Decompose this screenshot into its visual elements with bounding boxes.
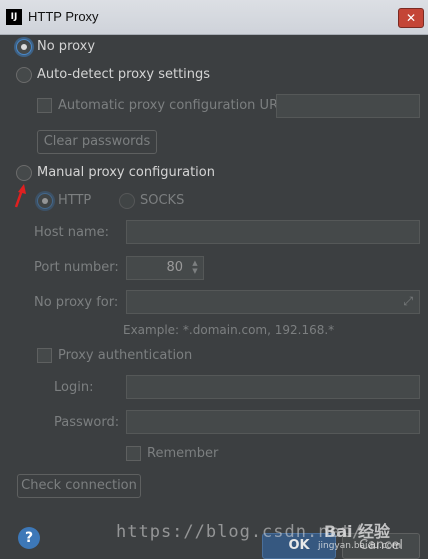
manual-proxy-radio[interactable] — [16, 165, 32, 181]
no-proxy-for-input[interactable]: ⤢ — [126, 290, 420, 314]
help-icon[interactable]: ? — [18, 527, 40, 549]
pac-url-label: Automatic proxy configuration URL: — [58, 98, 290, 113]
login-input[interactable] — [126, 375, 420, 399]
port-number-label: Port number: — [34, 260, 119, 275]
no-proxy-example-text: Example: *.domain.com, 192.168.* — [123, 323, 335, 337]
spinner-arrows-icon[interactable]: ▲ ▼ — [189, 259, 201, 275]
socks-radio[interactable] — [119, 193, 135, 209]
http-label: HTTP — [58, 193, 92, 208]
pac-url-input[interactable] — [276, 94, 420, 118]
baidu-site-watermark: jingyan.baidu.com — [318, 541, 402, 551]
port-number-value: 80 — [166, 260, 183, 275]
title-bar: IJ HTTP Proxy ✕ — [0, 0, 428, 35]
pac-url-checkbox[interactable] — [37, 98, 52, 113]
check-connection-button[interactable]: Check connection — [17, 474, 141, 498]
intellij-app-icon: IJ — [6, 9, 22, 25]
login-label: Login: — [54, 380, 94, 395]
no-proxy-radio[interactable] — [16, 39, 32, 55]
http-radio[interactable] — [37, 193, 53, 209]
baidu-logo-watermark: Bai 经验 — [324, 522, 391, 541]
host-name-label: Host name: — [34, 225, 109, 240]
no-proxy-label[interactable]: No proxy — [37, 39, 95, 54]
port-number-spinner[interactable]: 80 ▲ ▼ — [126, 256, 204, 280]
host-name-input[interactable] — [126, 220, 420, 244]
close-button[interactable]: ✕ — [398, 8, 424, 28]
auto-detect-radio[interactable] — [16, 67, 32, 83]
proxy-auth-checkbox[interactable] — [37, 348, 52, 363]
proxy-auth-label: Proxy authentication — [58, 348, 193, 363]
expand-icon[interactable]: ⤢ — [403, 294, 413, 309]
window-title: HTTP Proxy — [28, 9, 99, 24]
password-label: Password: — [54, 415, 120, 430]
remember-checkbox[interactable] — [126, 446, 141, 461]
auto-detect-label[interactable]: Auto-detect proxy settings — [37, 67, 210, 82]
clear-passwords-button[interactable]: Clear passwords — [37, 130, 157, 154]
remember-label: Remember — [147, 446, 219, 461]
no-proxy-for-label: No proxy for: — [34, 295, 119, 310]
password-input[interactable] — [126, 410, 420, 434]
manual-proxy-label[interactable]: Manual proxy configuration — [37, 165, 215, 180]
socks-label: SOCKS — [140, 193, 185, 208]
red-arrow-annotation-icon — [14, 184, 26, 208]
